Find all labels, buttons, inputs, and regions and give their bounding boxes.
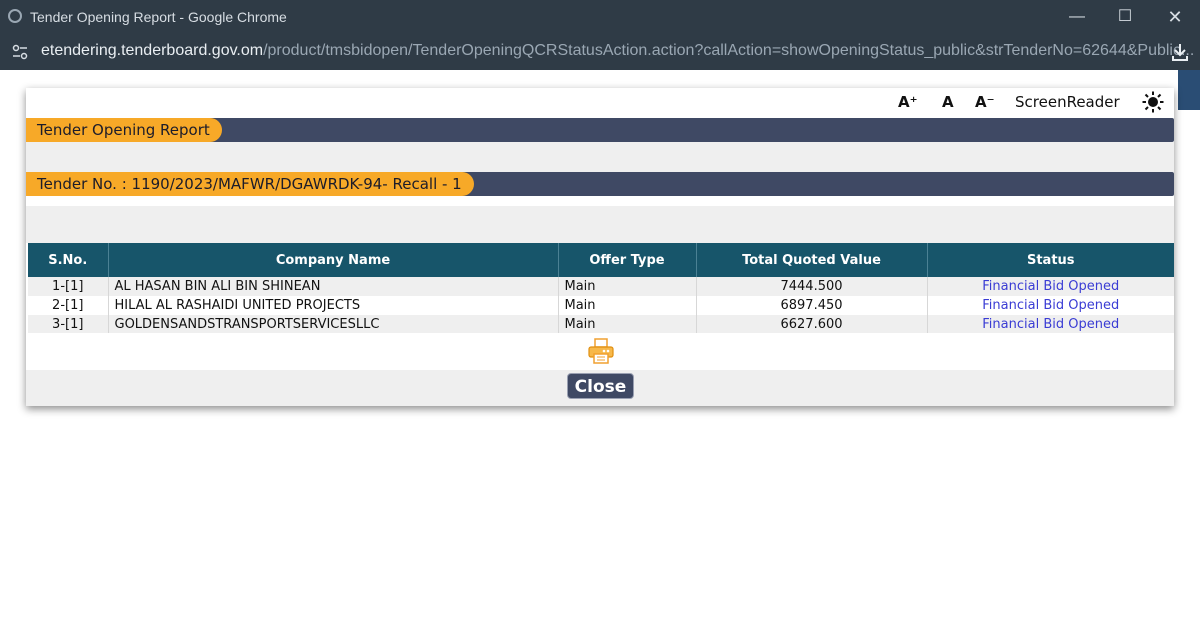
address-bar[interactable]: etendering.tenderboard.gov.om/product/tm… (0, 34, 1200, 70)
bid-table: S.No. Company Name Offer Type Total Quot… (28, 243, 1174, 334)
tender-number: Tender No. : 1190/2023/MAFWR/DGAWRDK-94-… (26, 172, 474, 196)
close-button[interactable]: Close (567, 373, 634, 399)
report-heading: Tender Opening Report (26, 118, 222, 142)
window-title: Tender Opening Report - Google Chrome (30, 9, 287, 25)
table-row: 2-[1] HILAL AL RASHAIDI UNITED PROJECTS … (28, 296, 1174, 315)
print-area (26, 333, 1174, 370)
table-top-band (26, 206, 1174, 243)
action-area: Close (26, 370, 1174, 406)
status-link[interactable]: Financial Bid Opened (927, 296, 1174, 315)
report-heading-bar: Tender Opening Report (26, 118, 1174, 142)
font-decrease-button[interactable]: A⁻ (975, 93, 995, 111)
cell-sno: 1-[1] (28, 277, 109, 296)
table-row: 1-[1] AL HASAN BIN ALI BIN SHINEAN Main … (28, 277, 1174, 296)
download-icon[interactable] (1170, 42, 1190, 62)
maximize-icon[interactable]: ☐ (1102, 0, 1148, 34)
cell-quoted-value: 7444.500 (696, 277, 928, 296)
cell-quoted-value: 6897.450 (696, 296, 928, 315)
table-row: 3-[1] GOLDENSANDSTRANSPORTSERVICESLLC Ma… (28, 315, 1174, 334)
cell-offer-type: Main (558, 296, 697, 315)
col-header-sno: S.No. (28, 243, 109, 277)
col-header-offer-type: Offer Type (558, 243, 697, 277)
col-header-company: Company Name (108, 243, 559, 277)
page-edge (1178, 70, 1200, 110)
cell-company: GOLDENSANDSTRANSPORTSERVICESLLC (108, 315, 559, 334)
cell-company: HILAL AL RASHAIDI UNITED PROJECTS (108, 296, 559, 315)
cell-quoted-value: 6627.600 (696, 315, 928, 334)
cell-sno: 3-[1] (28, 315, 109, 334)
cell-offer-type: Main (558, 315, 697, 334)
url-path: /product/tmsbidopen/TenderOpeningQCRStat… (263, 42, 1195, 59)
cell-sno: 2-[1] (28, 296, 109, 315)
screen-reader-link[interactable]: ScreenReader (1015, 93, 1120, 111)
cell-offer-type: Main (558, 277, 697, 296)
minimize-icon[interactable]: — (1054, 0, 1100, 34)
col-header-status: Status (927, 243, 1174, 277)
accessibility-toolbar: A⁺ A A⁻ ScreenReader (26, 88, 1174, 116)
status-link[interactable]: Financial Bid Opened (927, 277, 1174, 296)
spacer-band (26, 142, 1174, 172)
site-settings-icon[interactable] (11, 43, 29, 61)
window-titlebar: Tender Opening Report - Google Chrome — … (0, 0, 1200, 34)
page-background (0, 70, 1200, 88)
status-link[interactable]: Financial Bid Opened (927, 315, 1174, 334)
printer-icon[interactable] (587, 338, 615, 364)
font-normal-button[interactable]: A (942, 93, 954, 111)
font-increase-button[interactable]: A⁺ (898, 93, 918, 111)
report-panel: A⁺ A A⁻ ScreenReader Tender Opening Repo… (26, 88, 1174, 406)
cell-company: AL HASAN BIN ALI BIN SHINEAN (108, 277, 559, 296)
close-window-icon[interactable]: ✕ (1152, 0, 1198, 34)
col-header-quoted-value: Total Quoted Value (696, 243, 928, 277)
sun-icon[interactable] (1142, 91, 1164, 113)
url-host: etendering.tenderboard.gov.om (41, 42, 264, 59)
tender-number-bar: Tender No. : 1190/2023/MAFWR/DGAWRDK-94-… (26, 172, 1174, 196)
url-text[interactable]: etendering.tenderboard.gov.om/product/tm… (41, 42, 1194, 60)
table-header-row: S.No. Company Name Offer Type Total Quot… (28, 243, 1174, 277)
chrome-app-icon (8, 9, 22, 23)
